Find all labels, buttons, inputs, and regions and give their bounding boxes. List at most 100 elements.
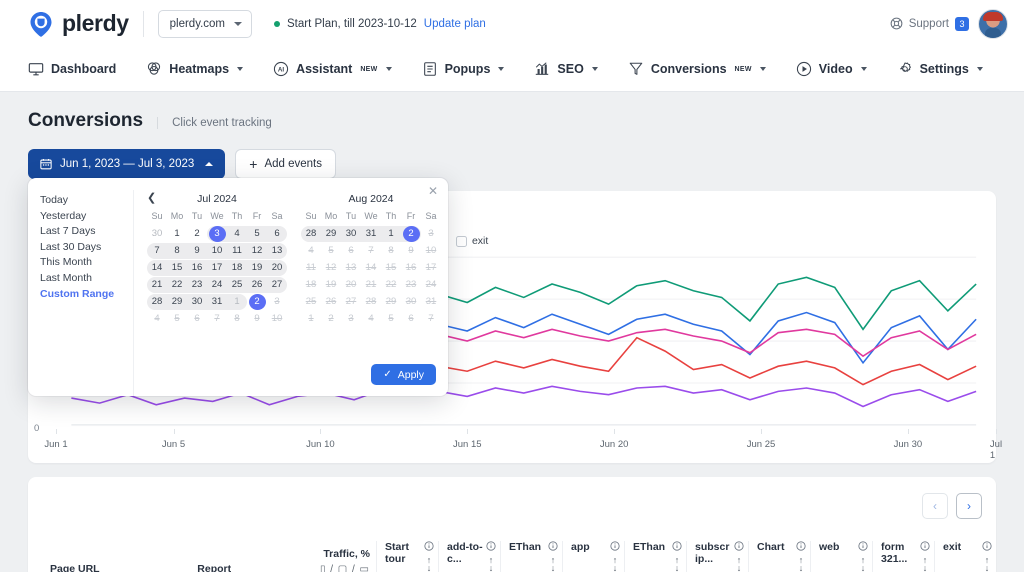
legend-item[interactable]: exit xyxy=(456,235,488,247)
date-preset-item[interactable]: Today xyxy=(40,193,133,209)
calendar-day[interactable]: 17 xyxy=(207,259,227,276)
column-header-traffic[interactable]: Traffic, % ▯ / ▢ / ▭ xyxy=(310,548,376,572)
sort-icon[interactable]: ↑↓ xyxy=(923,556,928,572)
info-icon[interactable] xyxy=(424,541,434,551)
calendar-day[interactable]: 16 xyxy=(187,259,207,276)
calendar-day[interactable]: 8 xyxy=(167,242,187,259)
calendar-day[interactable]: 14 xyxy=(147,259,167,276)
calendar-day[interactable]: 29 xyxy=(167,293,187,310)
date-range-button[interactable]: Jun 1, 2023 — Jul 3, 2023 xyxy=(28,149,225,179)
site-selector[interactable]: plerdy.com xyxy=(158,10,252,38)
sort-icon[interactable]: ↑↓ xyxy=(427,556,432,572)
calendar-day[interactable]: 12 xyxy=(247,242,267,259)
calendar-day[interactable]: 7 xyxy=(147,242,167,259)
calendar-day[interactable]: 11 xyxy=(227,242,247,259)
sort-icon[interactable]: ↑↓ xyxy=(551,556,556,572)
column-header-metric[interactable]: EThan↑↓ xyxy=(500,541,562,572)
info-icon[interactable] xyxy=(672,541,682,551)
calendar-day[interactable]: 30 xyxy=(147,225,167,242)
date-preset-item[interactable]: This Month xyxy=(40,255,133,271)
calendar-day[interactable]: 24 xyxy=(207,276,227,293)
sort-icon[interactable]: ↑↓ xyxy=(985,556,990,572)
nav-item-dashboard[interactable]: Dashboard xyxy=(28,61,132,77)
column-header-page-url[interactable]: Page URL xyxy=(28,563,191,572)
calendar-day[interactable]: 5 xyxy=(247,225,267,242)
info-icon[interactable] xyxy=(796,541,806,551)
support-button[interactable]: Support 3 xyxy=(890,17,969,31)
calendar-day[interactable]: 1 xyxy=(167,225,187,242)
nav-item-conversions[interactable]: Conversions NEW xyxy=(628,61,782,77)
chevron-left-icon[interactable]: ❮ xyxy=(147,191,156,206)
calendar-day[interactable]: 1 xyxy=(227,293,247,310)
apply-button[interactable]: ✓ Apply xyxy=(371,364,436,385)
calendar-day[interactable]: 30 xyxy=(341,225,361,242)
calendar-day[interactable]: 27 xyxy=(267,276,287,293)
column-header-metric[interactable]: Chart↑↓ xyxy=(748,541,810,572)
calendar-day[interactable]: 13 xyxy=(267,242,287,259)
checkbox-icon[interactable] xyxy=(456,236,467,247)
calendar-day[interactable]: 9 xyxy=(187,242,207,259)
sort-icon[interactable]: ↑↓ xyxy=(861,556,866,572)
pagination-prev-button[interactable]: ‹ xyxy=(922,493,948,519)
info-icon[interactable] xyxy=(486,541,496,551)
calendar-day[interactable]: 4 xyxy=(227,225,247,242)
sort-icon[interactable]: ↑↓ xyxy=(675,556,680,572)
sort-icon[interactable]: ↑↓ xyxy=(799,556,804,572)
logo[interactable]: plerdy xyxy=(28,10,129,37)
calendar-day[interactable]: 20 xyxy=(267,259,287,276)
nav-item-assistant[interactable]: AI Assistant NEW xyxy=(273,61,408,77)
pagination-next-button[interactable]: › xyxy=(956,493,982,519)
info-icon[interactable] xyxy=(734,541,744,551)
calendar-day[interactable]: 2 xyxy=(247,293,267,310)
column-header-metric[interactable]: app↑↓ xyxy=(562,541,624,572)
info-icon[interactable] xyxy=(982,541,992,551)
calendar-day[interactable]: 31 xyxy=(361,225,381,242)
calendar-day[interactable]: 28 xyxy=(147,293,167,310)
calendar-day[interactable]: 28 xyxy=(301,225,321,242)
column-header-metric[interactable]: EThan↑↓ xyxy=(624,541,686,572)
column-header-metric[interactable]: web↑↓ xyxy=(810,541,872,572)
info-icon[interactable] xyxy=(858,541,868,551)
column-header-metric[interactable]: form 321...↑↓ xyxy=(872,541,934,572)
column-header-metric[interactable]: exit↑↓ xyxy=(934,541,996,572)
nav-item-popups[interactable]: Popups xyxy=(422,61,521,77)
date-preset-item[interactable]: Last Month xyxy=(40,271,133,287)
calendar-day[interactable]: 6 xyxy=(267,225,287,242)
calendar-day[interactable]: 25 xyxy=(227,276,247,293)
column-header-metric[interactable]: subscrip...↑↓ xyxy=(686,541,748,572)
sort-icon[interactable]: ↑↓ xyxy=(737,556,742,572)
calendar-day[interactable]: 10 xyxy=(207,242,227,259)
column-header-report[interactable]: Report xyxy=(191,563,310,572)
sort-icon[interactable]: ↑↓ xyxy=(489,556,494,572)
calendar-day[interactable]: 1 xyxy=(381,225,401,242)
info-icon[interactable] xyxy=(548,541,558,551)
calendar-day[interactable]: 2 xyxy=(401,225,421,242)
calendar-day[interactable]: 2 xyxy=(187,225,207,242)
calendar-day[interactable]: 21 xyxy=(147,276,167,293)
calendar-day[interactable]: 19 xyxy=(247,259,267,276)
calendar-day[interactable]: 22 xyxy=(167,276,187,293)
date-preset-item[interactable]: Last 7 Days xyxy=(40,224,133,240)
calendar-day[interactable]: 18 xyxy=(227,259,247,276)
nav-item-video[interactable]: Video xyxy=(796,61,883,77)
nav-item-seo[interactable]: SEO xyxy=(534,61,613,77)
column-header-metric[interactable]: Start tour↑↓ xyxy=(376,541,438,572)
info-icon[interactable] xyxy=(920,541,930,551)
nav-item-heatmaps[interactable]: Heatmaps xyxy=(146,61,259,77)
calendar-day[interactable]: 30 xyxy=(187,293,207,310)
column-header-metric[interactable]: add-to-c...↑↓ xyxy=(438,541,500,572)
add-events-button[interactable]: + Add events xyxy=(235,149,336,179)
nav-item-settings[interactable]: Settings xyxy=(897,61,999,77)
avatar[interactable] xyxy=(978,9,1008,39)
calendar-day[interactable]: 3 xyxy=(207,225,227,242)
date-preset-item[interactable]: Last 30 Days xyxy=(40,240,133,256)
date-preset-item[interactable]: Yesterday xyxy=(40,209,133,225)
calendar-day[interactable]: 15 xyxy=(167,259,187,276)
calendar-day[interactable]: 23 xyxy=(187,276,207,293)
sort-icon[interactable]: ↑↓ xyxy=(613,556,618,572)
date-preset-item[interactable]: Custom Range xyxy=(40,287,133,303)
calendar-day[interactable]: 26 xyxy=(247,276,267,293)
device-filter-icons[interactable]: ▯ / ▢ / ▭ xyxy=(316,564,370,572)
calendar-day[interactable]: 29 xyxy=(321,225,341,242)
info-icon[interactable] xyxy=(610,541,620,551)
